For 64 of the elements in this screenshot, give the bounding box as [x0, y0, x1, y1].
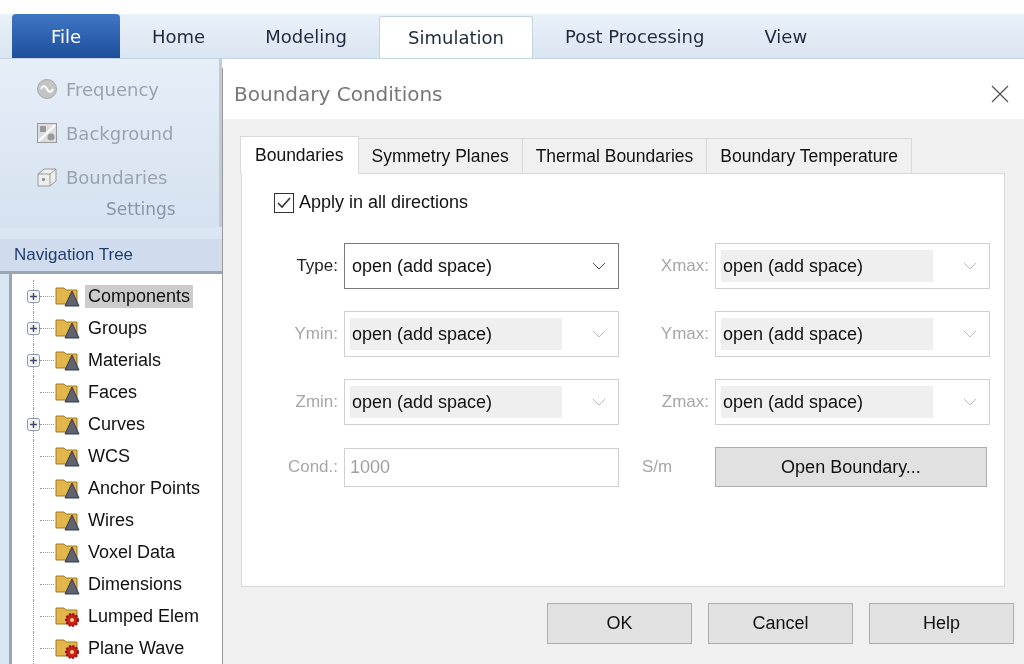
folder-cone-icon — [55, 284, 81, 308]
chevron-down-icon — [592, 262, 606, 270]
tree-item[interactable]: Curves — [85, 412, 148, 436]
chevron-down-icon — [592, 330, 606, 338]
field-label: Xmax: — [660, 256, 710, 276]
file-menu-button[interactable]: File — [12, 14, 120, 58]
tree-item[interactable]: Materials — [85, 348, 165, 372]
tree-item[interactable]: Plane Wave — [85, 636, 188, 660]
ribbon-tab[interactable]: Modeling — [237, 14, 376, 58]
field-label: Ymin: — [294, 324, 339, 344]
folder-cone-icon — [55, 380, 81, 404]
tree-item[interactable]: Voxel Data — [85, 540, 179, 564]
folder-gear-icon — [55, 604, 81, 628]
folder-cone-icon — [55, 412, 81, 436]
dialog-button[interactable]: OK — [547, 603, 692, 644]
tree-item[interactable]: Components — [85, 284, 194, 308]
field-label: Ymax: — [660, 324, 710, 344]
folder-cone-icon — [55, 476, 81, 500]
dialog-title: Boundary Conditions — [234, 81, 443, 106]
checkbox-label: Apply in all directions — [299, 192, 469, 213]
expand-icon[interactable] — [27, 321, 40, 335]
close-icon[interactable] — [990, 83, 1010, 104]
chevron-down-icon — [963, 398, 977, 406]
folder-cone-icon — [55, 508, 81, 532]
tree-item[interactable]: Anchor Points — [85, 476, 204, 500]
open-boundary-button[interactable]: Open Boundary... — [715, 447, 987, 487]
tree-item[interactable]: Wires — [85, 508, 137, 532]
field-label: Type: — [296, 256, 339, 276]
background-icon — [36, 122, 58, 144]
folder-cone-icon — [55, 316, 81, 340]
folder-cone-icon — [55, 444, 81, 468]
tree-item[interactable]: Lumped Elem — [85, 604, 203, 628]
dialog-tab[interactable]: Boundaries — [240, 136, 359, 174]
folder-gear-icon — [55, 636, 81, 660]
folder-cone-icon — [55, 572, 81, 596]
unit-label: S/m — [642, 457, 673, 477]
dialog-tab[interactable]: Boundary Temperature — [706, 138, 912, 173]
group-label: Settings — [106, 199, 176, 219]
expand-icon[interactable] — [27, 353, 40, 367]
tree-item[interactable]: Faces — [85, 380, 141, 404]
field-label: Cond.: — [287, 457, 339, 477]
panel-title: Navigation Tree — [0, 238, 222, 274]
chevron-down-icon — [592, 398, 606, 406]
dropdown[interactable]: open (add space) — [344, 243, 619, 289]
expand-icon[interactable] — [27, 289, 40, 303]
sine-wave-icon — [36, 78, 58, 100]
ribbon-tab[interactable]: Post Processing — [536, 14, 733, 58]
chevron-down-icon — [963, 330, 977, 338]
ribbon-tab[interactable]: Home — [124, 14, 234, 58]
chevron-down-icon — [963, 262, 977, 270]
dialog-button[interactable]: Cancel — [708, 603, 853, 644]
tree-item[interactable]: Groups — [85, 316, 151, 340]
field-label: Zmax: — [661, 392, 710, 412]
dialog-button[interactable]: Help — [869, 603, 1014, 644]
folder-cone-icon — [55, 540, 81, 564]
folder-cone-icon — [55, 348, 81, 372]
expand-icon[interactable] — [27, 417, 40, 431]
checkbox[interactable] — [274, 192, 294, 213]
tree-item[interactable]: WCS — [85, 444, 133, 468]
field-label: Zmin: — [295, 392, 339, 412]
ribbon-tab[interactable]: View — [736, 14, 836, 58]
ribbon-tab[interactable]: Simulation — [379, 16, 533, 58]
box-icon — [36, 166, 58, 188]
tree-item[interactable]: Dimensions — [85, 572, 186, 596]
